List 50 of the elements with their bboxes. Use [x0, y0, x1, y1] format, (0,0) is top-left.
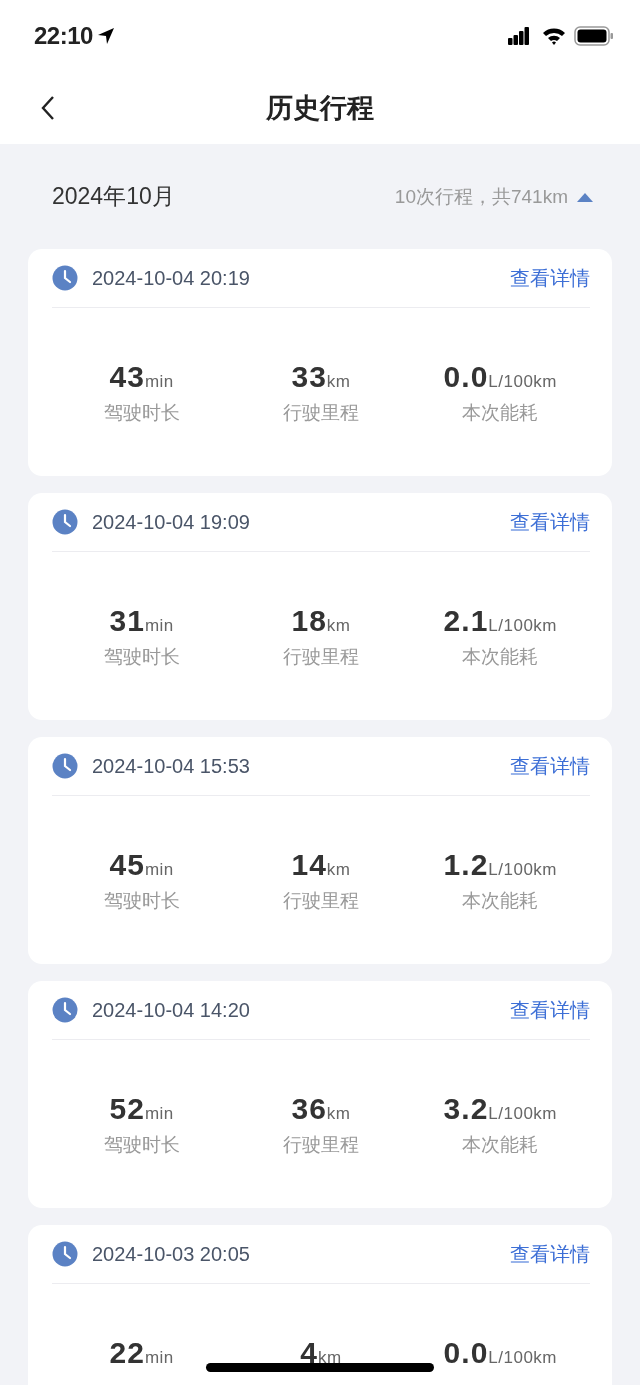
stat-value: 14km: [291, 848, 351, 882]
stat-value: 22min: [109, 1336, 174, 1370]
page-title: 历史行程: [266, 92, 374, 125]
trip-datetime: 2024-10-03 20:05: [92, 1242, 251, 1266]
stat-value: 2.1L/100km: [443, 604, 558, 638]
stat-value: 52min: [109, 1092, 174, 1126]
stat-value: 31min: [109, 604, 174, 638]
stat-label: 本次能耗: [462, 401, 539, 425]
details-link[interactable]: 查看详情: [510, 1240, 590, 1268]
stat-value: 33km: [291, 360, 351, 394]
clock-icon: [52, 1241, 78, 1267]
stat-label: 驾驶时长: [103, 889, 180, 913]
stat-label: 本次能耗: [462, 645, 539, 669]
trip-datetime: 2024-10-04 14:20: [92, 998, 251, 1022]
stat-label: 驾驶时长: [103, 401, 180, 425]
clock-icon: [52, 265, 78, 291]
stat-label: 本次能耗: [462, 1133, 539, 1157]
month-summary: 10次行程，共741km: [394, 184, 568, 209]
stat-label: 行驶里程: [283, 401, 359, 425]
stat-label: 驾驶时长: [103, 645, 180, 669]
details-link[interactable]: 查看详情: [510, 996, 590, 1024]
status-time: 22:10: [34, 22, 93, 50]
stat-value: 4km: [300, 1336, 342, 1370]
trip-datetime: 2024-10-04 15:53: [92, 754, 251, 778]
clock-icon: [52, 997, 78, 1023]
details-link[interactable]: 查看详情: [510, 508, 590, 536]
stat-value: 0.0L/100km: [443, 1336, 558, 1370]
month-label: 2024年10月: [52, 182, 175, 211]
wifi-icon: [542, 27, 566, 45]
back-icon[interactable]: [40, 95, 56, 121]
stat-value: 1.2L/100km: [443, 848, 558, 882]
clock-icon: [52, 753, 78, 779]
stat-label: 行驶里程: [283, 889, 359, 913]
trip-datetime: 2024-10-04 19:09: [92, 510, 251, 534]
location-arrow-icon: [96, 27, 115, 45]
stat-value: 3.2L/100km: [443, 1092, 558, 1126]
stat-label: 本次能耗: [462, 889, 539, 913]
details-link[interactable]: 查看详情: [510, 752, 590, 780]
stat-label: 驾驶时长: [103, 1133, 180, 1157]
stat-value: 36km: [291, 1092, 351, 1126]
trip-datetime: 2024-10-04 20:19: [92, 266, 251, 290]
battery-icon: [574, 26, 614, 46]
stat-value: 45min: [109, 848, 174, 882]
details-link[interactable]: 查看详情: [510, 264, 590, 292]
stat-label: 行驶里程: [283, 1133, 359, 1157]
stat-value: 43min: [109, 360, 174, 394]
stat-value: 0.0L/100km: [443, 360, 558, 394]
stat-value: 18km: [291, 604, 351, 638]
clock-icon: [52, 509, 78, 535]
stat-label: 行驶里程: [283, 645, 359, 669]
